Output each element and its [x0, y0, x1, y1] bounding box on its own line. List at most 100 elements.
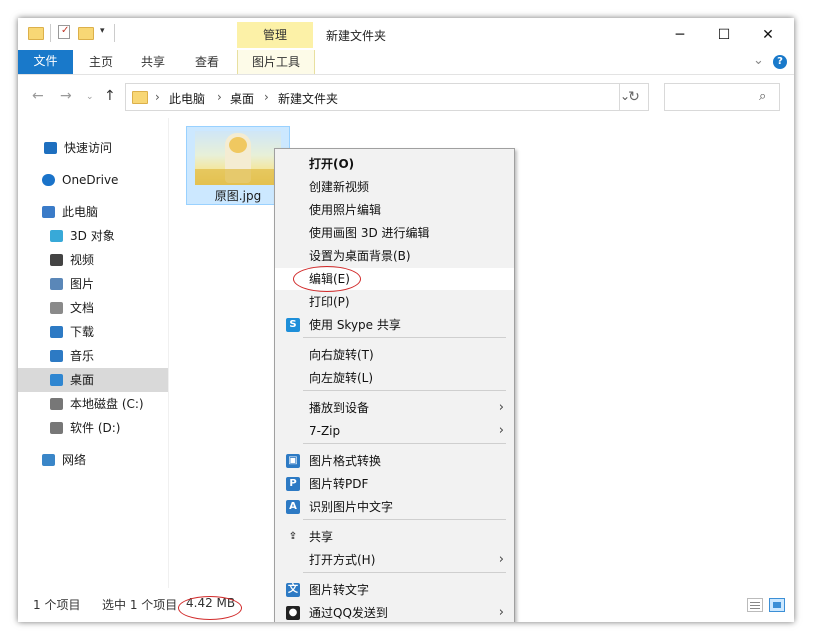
sidebar-item-label: 本地磁盘 (C:)	[70, 397, 144, 411]
sidebar-item-label: 文档	[70, 301, 95, 315]
menu-item-14[interactable]: A 识别图片中文字	[275, 496, 514, 518]
sidebar-item-10[interactable]: 本地磁盘 (C:)	[18, 392, 168, 416]
menu-item-7[interactable]: S 使用 Skype 共享	[275, 314, 514, 336]
sidebar-item-11[interactable]: 软件 (D:)	[18, 416, 168, 440]
chevron-right-icon: ›	[498, 423, 504, 438]
menu-item-label: 使用画图 3D 进行编辑	[309, 226, 430, 240]
menu-item-15[interactable]: ⇪ 共享	[275, 526, 514, 548]
menu-item-11[interactable]: 7-Zip ›	[275, 420, 514, 442]
sidebar-item-label: 网络	[62, 453, 87, 467]
menu-item-0[interactable]: 打开(O)	[275, 153, 514, 175]
menu-item-4[interactable]: 设置为桌面背景(B)	[275, 245, 514, 267]
sidebar-item-6[interactable]: 文档	[18, 296, 168, 320]
menu-item-2[interactable]: 使用照片编辑	[275, 199, 514, 221]
download-icon	[50, 326, 63, 338]
breadcrumb-new-folder[interactable]: 新建文件夹	[278, 90, 338, 107]
menu-item-label: 使用照片编辑	[309, 203, 382, 217]
back-icon[interactable]: ←	[32, 88, 44, 104]
menu-item-label: 共享	[309, 530, 334, 544]
menu-item-3[interactable]: 使用画图 3D 进行编辑	[275, 222, 514, 244]
menu-separator	[303, 337, 506, 338]
refresh-button[interactable]: ↻	[619, 83, 649, 111]
chevron-right-icon: ›	[498, 605, 504, 620]
sidebar-item-label: 视频	[70, 253, 95, 267]
tab-home[interactable]: 主页	[89, 50, 113, 74]
navigation-pane: 快速访问 OneDrive 此电脑 3D 对象视频图片文档下载音乐桌面本地磁盘 (C:…	[18, 118, 168, 588]
maximize-button[interactable]: ☐	[702, 20, 746, 50]
menu-item-6[interactable]: 打印(P)	[275, 291, 514, 313]
menu-item-label: 设置为桌面背景(B)	[309, 249, 411, 263]
menu-item-label: 播放到设备	[309, 401, 370, 415]
sidebar-item-label: 图片	[70, 277, 95, 291]
large-icons-view-button[interactable]	[769, 598, 785, 612]
menu-item-18[interactable]: ● 通过QQ发送到 ›	[275, 602, 514, 622]
sidebar-item-4[interactable]: 视频	[18, 248, 168, 272]
search-input[interactable]: ⌕	[664, 83, 780, 111]
new-folder-icon[interactable]	[78, 27, 94, 40]
menu-separator	[303, 519, 506, 520]
folder-icon	[132, 91, 148, 104]
menu-item-10[interactable]: 播放到设备 ›	[275, 397, 514, 419]
menu-item-9[interactable]: 向左旋转(L)	[275, 367, 514, 389]
annotation-circle-size	[178, 596, 242, 620]
up-icon[interactable]: ↑	[104, 88, 116, 104]
image-to-text-icon: 文	[286, 583, 300, 597]
forward-icon[interactable]: →	[60, 88, 72, 104]
customize-toolbar-icon[interactable]: ▾	[100, 26, 105, 36]
computer-icon	[42, 206, 55, 218]
pdf-icon: P	[286, 477, 300, 491]
tab-manage[interactable]: 管理	[237, 22, 313, 48]
menu-item-8[interactable]: 向右旋转(T)	[275, 344, 514, 366]
menu-separator	[303, 572, 506, 573]
chevron-right-icon: ›	[498, 400, 504, 415]
sidebar-item-8[interactable]: 音乐	[18, 344, 168, 368]
recent-locations-icon[interactable]: ⌄	[86, 92, 94, 102]
details-view-button[interactable]	[747, 598, 763, 612]
sidebar-item-3[interactable]: 3D 对象	[18, 224, 168, 248]
drive-icon	[50, 398, 63, 410]
menu-separator	[303, 443, 506, 444]
close-button[interactable]: ✕	[746, 20, 790, 50]
menu-item-16[interactable]: 打开方式(H) ›	[275, 549, 514, 571]
ribbon: 文件 主页 共享 查看 图片工具 ⌄ ?	[18, 50, 794, 75]
annotation-circle-edit	[293, 266, 361, 292]
search-icon[interactable]: ⌕	[759, 89, 766, 104]
breadcrumb-desktop[interactable]: 桌面	[230, 90, 254, 107]
tab-view[interactable]: 查看	[195, 50, 219, 74]
context-menu: 打开(O) 创建新视频使用照片编辑使用画图 3D 进行编辑 设置为桌面背景(B) 编辑…	[274, 148, 515, 622]
sidebar-item-9[interactable]: 桌面	[18, 368, 168, 392]
menu-item-1[interactable]: 创建新视频	[275, 176, 514, 198]
picture-icon	[50, 278, 63, 290]
sidebar-item-7[interactable]: 下载	[18, 320, 168, 344]
menu-item-12[interactable]: ▣ 图片格式转换	[275, 450, 514, 472]
sidebar-item-12[interactable]: 网络	[18, 448, 168, 472]
sidebar-item-label: OneDrive	[62, 173, 119, 187]
menu-item-label: 使用 Skype 共享	[309, 318, 401, 332]
image-convert-icon: ▣	[286, 454, 300, 468]
help-icon[interactable]: ?	[773, 55, 787, 69]
sidebar-item-5[interactable]: 图片	[18, 272, 168, 296]
breadcrumb-this-pc[interactable]: 此电脑	[169, 90, 205, 107]
address-bar[interactable]: › 此电脑 › 桌面 › 新建文件夹 ⌄	[125, 83, 649, 111]
cloud-icon	[42, 174, 55, 186]
document-icon	[50, 302, 63, 314]
menu-item-17[interactable]: 文图片转文字	[275, 579, 514, 601]
sidebar-item-0[interactable]: 快速访问	[18, 136, 168, 160]
properties-icon[interactable]: ✓	[58, 25, 70, 39]
sidebar-item-2[interactable]: 此电脑	[18, 200, 168, 224]
folder-icon[interactable]	[28, 27, 44, 40]
desktop-icon	[50, 374, 63, 386]
tab-picture-tools[interactable]: 图片工具	[237, 50, 315, 74]
menu-item-13[interactable]: P 图片转PDF	[275, 473, 514, 495]
tab-share[interactable]: 共享	[141, 50, 165, 74]
sidebar-item-1[interactable]: OneDrive	[18, 168, 168, 192]
menu-item-label: 向左旋转(L)	[309, 371, 374, 385]
expand-ribbon-icon[interactable]: ⌄	[753, 53, 764, 68]
menu-item-5[interactable]: 编辑(E)	[275, 266, 514, 292]
star-icon	[44, 142, 57, 154]
minimize-button[interactable]: ─	[658, 20, 702, 50]
tab-file[interactable]: 文件	[18, 50, 73, 74]
sidebar-item-label: 音乐	[70, 349, 95, 363]
menu-item-label: 向右旋转(T)	[309, 348, 374, 362]
menu-item-label: 图片转文字	[309, 583, 370, 597]
